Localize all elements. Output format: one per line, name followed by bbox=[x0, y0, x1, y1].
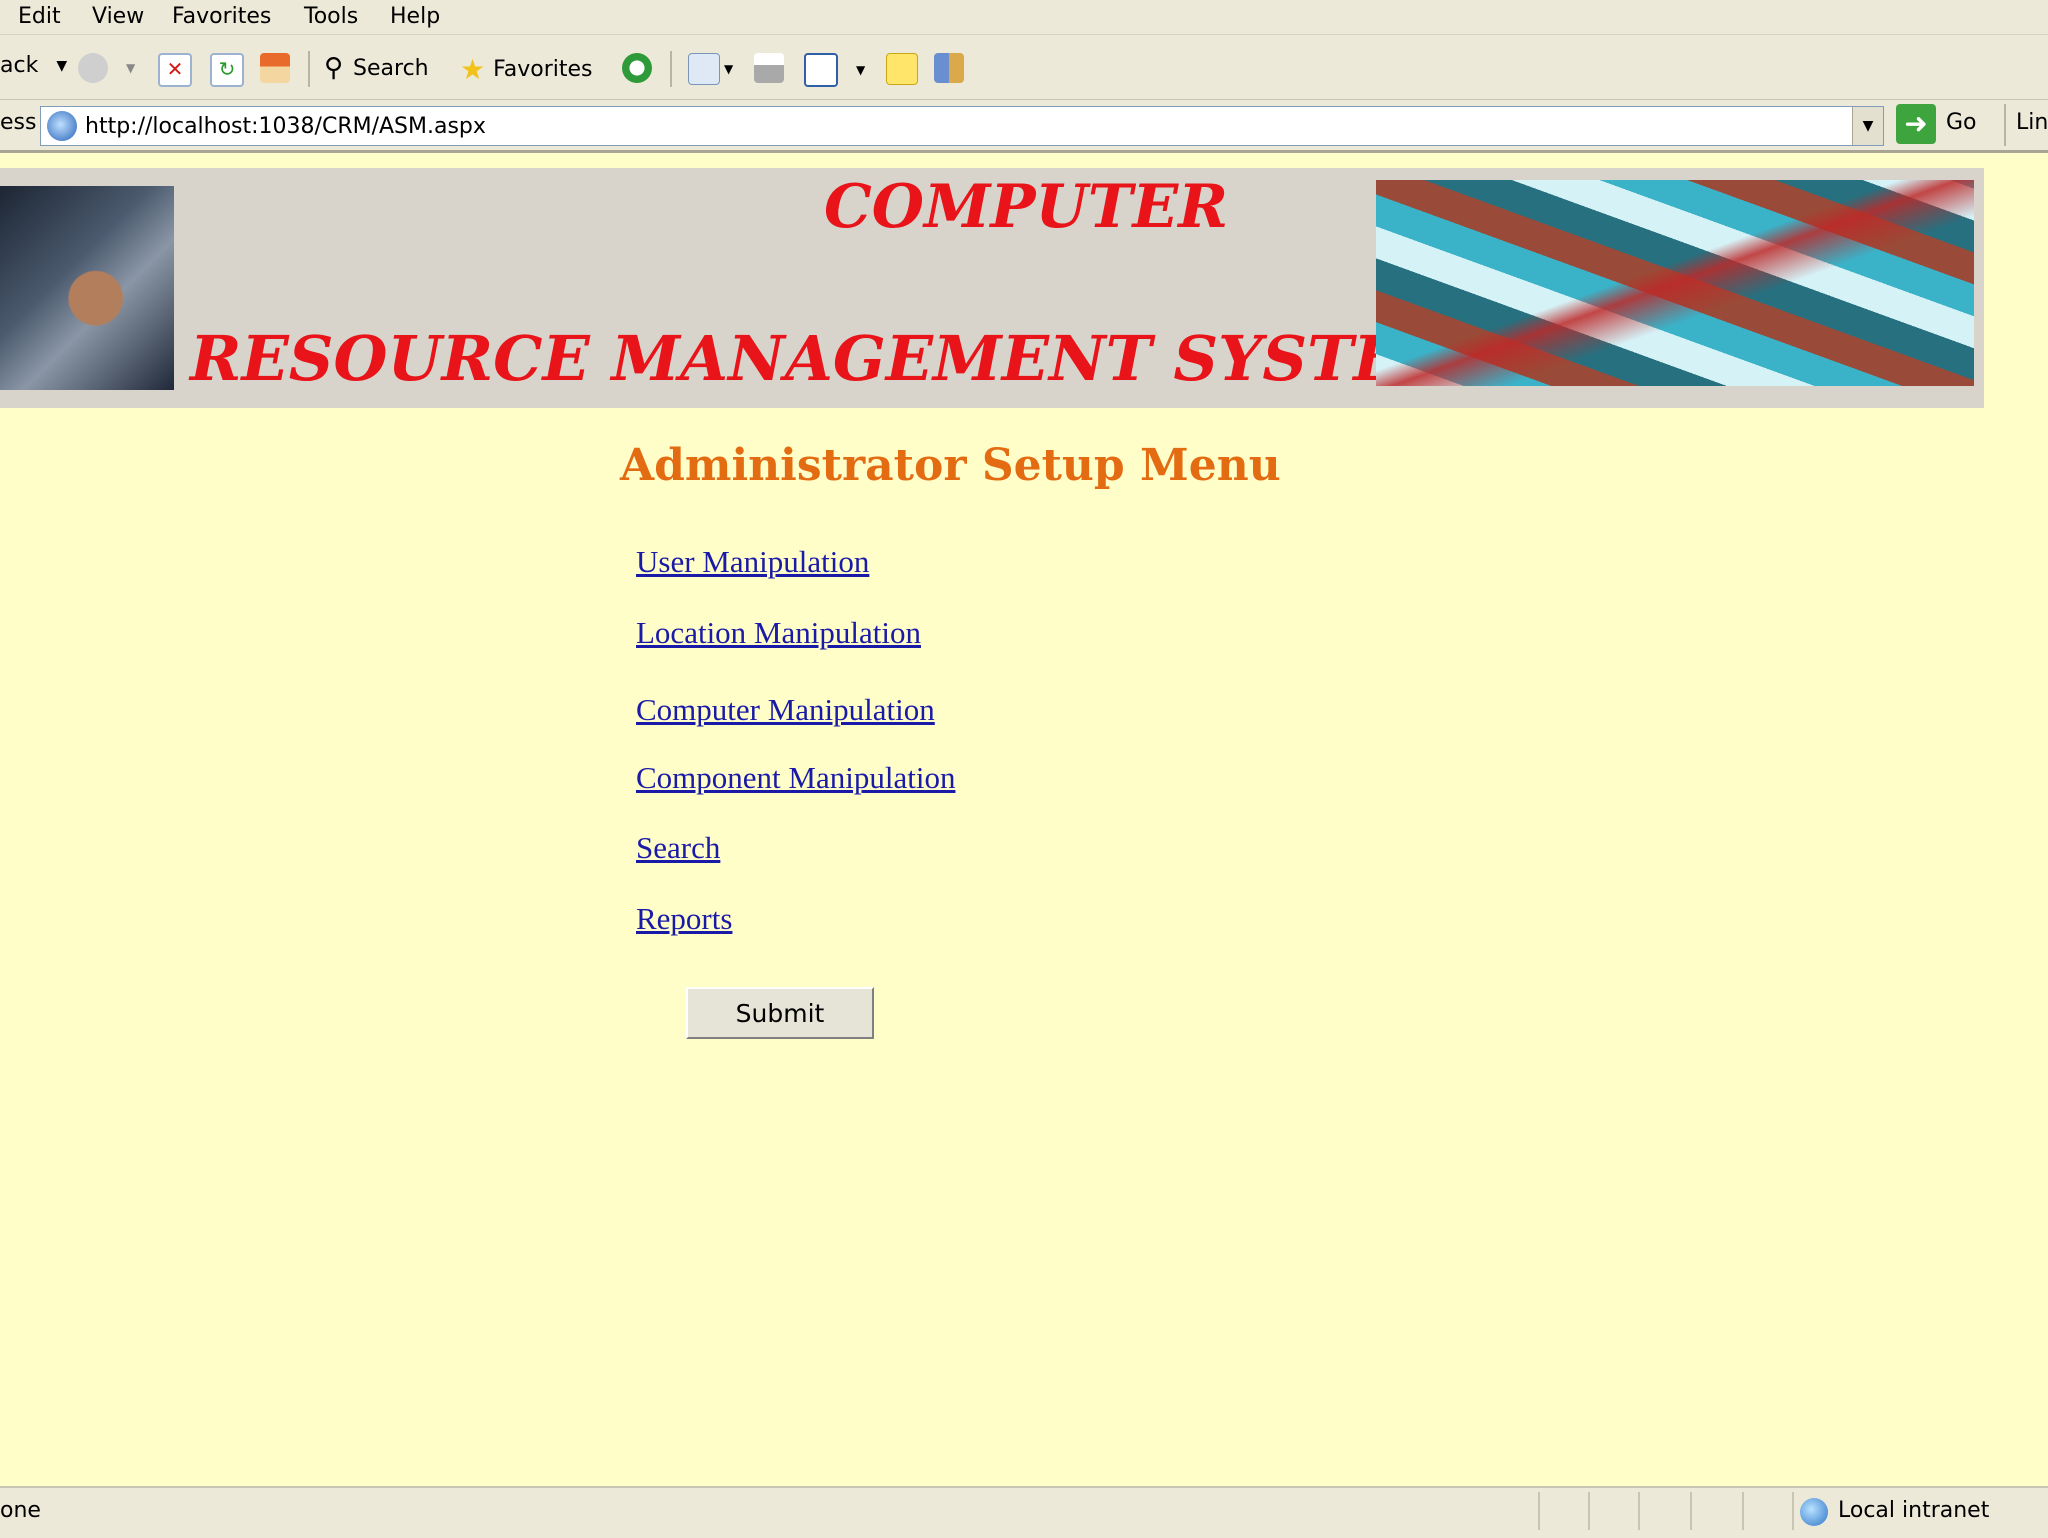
address-bar: ess http://localhost:1038/CRM/ASM.aspx ▼… bbox=[0, 100, 2048, 153]
menu-bar: Edit View Favorites Tools Help bbox=[0, 0, 2048, 35]
security-zone: Local intranet bbox=[1838, 1498, 1990, 1523]
reports-link[interactable]: Reports bbox=[636, 901, 732, 937]
research-icon bbox=[934, 53, 964, 83]
status-text: one bbox=[0, 1498, 41, 1523]
status-pane bbox=[1588, 1492, 1590, 1530]
status-bar: one Local intranet bbox=[0, 1486, 2048, 1538]
print-icon bbox=[754, 53, 784, 83]
go-arrow-icon[interactable]: ➜ bbox=[1896, 104, 1936, 144]
status-pane bbox=[1538, 1492, 1540, 1530]
back-button[interactable]: ack ▼ bbox=[0, 53, 67, 78]
favorites-button[interactable]: ★ Favorites bbox=[460, 53, 593, 86]
globe-icon bbox=[1800, 1498, 1828, 1526]
print-button[interactable] bbox=[754, 53, 784, 83]
ie-page-icon bbox=[47, 111, 77, 141]
user-manipulation-link[interactable]: User Manipulation bbox=[636, 544, 869, 580]
address-url: http://localhost:1038/CRM/ASM.aspx bbox=[85, 113, 486, 139]
note-icon bbox=[886, 53, 918, 85]
address-label: ess bbox=[0, 110, 37, 135]
menu-edit[interactable]: Edit bbox=[18, 4, 61, 29]
menu-tools[interactable]: Tools bbox=[304, 4, 358, 29]
chevron-down-icon: ▼ bbox=[56, 57, 68, 74]
status-pane bbox=[1792, 1492, 1794, 1530]
favorites-label: Favorites bbox=[493, 57, 593, 82]
toolbar: ack ▼ ▼ ✕ ↻ ⚲ Search ★ Favorites ▼ ▼ bbox=[0, 35, 2048, 100]
go-button[interactable]: Go bbox=[1946, 110, 1977, 135]
search-icon: ⚲ bbox=[324, 53, 344, 83]
search-button[interactable]: ⚲ Search bbox=[324, 53, 429, 83]
refresh-icon: ↻ bbox=[210, 53, 244, 87]
location-manipulation-link[interactable]: Location Manipulation bbox=[636, 615, 921, 651]
banner-title-computer: COMPUTER bbox=[824, 172, 1229, 242]
home-icon bbox=[260, 53, 290, 83]
submit-button[interactable]: Submit bbox=[686, 987, 874, 1039]
search-label: Search bbox=[353, 55, 429, 81]
banner: COMPUTER RESOURCE MANAGEMENT SYSTEM bbox=[0, 168, 1984, 408]
back-label: ack bbox=[0, 53, 39, 78]
toolbar-separator bbox=[308, 51, 310, 87]
component-manipulation-link[interactable]: Component Manipulation bbox=[636, 760, 955, 796]
toolbar-separator bbox=[670, 51, 672, 87]
forward-button[interactable]: ▼ bbox=[78, 53, 135, 83]
menu-favorites[interactable]: Favorites bbox=[172, 4, 271, 29]
history-button[interactable] bbox=[622, 53, 652, 83]
menu-view[interactable]: View bbox=[92, 4, 144, 29]
chevron-down-icon: ▼ bbox=[856, 63, 866, 77]
refresh-button[interactable]: ↻ bbox=[210, 53, 244, 87]
address-separator bbox=[2004, 104, 2006, 146]
menu-help[interactable]: Help bbox=[390, 4, 440, 29]
links-button[interactable]: Lin bbox=[2016, 110, 2048, 135]
star-icon: ★ bbox=[460, 53, 486, 86]
edit-page-icon bbox=[804, 53, 838, 87]
status-pane bbox=[1690, 1492, 1692, 1530]
search-link[interactable]: Search bbox=[636, 830, 720, 866]
computer-manipulation-link[interactable]: Computer Manipulation bbox=[636, 692, 935, 728]
address-dropdown-button[interactable]: ▼ bbox=[1852, 107, 1883, 145]
chevron-down-icon: ▼ bbox=[1862, 118, 1874, 134]
edit-button[interactable]: ▼ bbox=[804, 53, 865, 87]
handshake-image bbox=[0, 186, 174, 390]
stop-button[interactable]: ✕ bbox=[158, 53, 192, 87]
status-pane bbox=[1742, 1492, 1744, 1530]
address-input[interactable]: http://localhost:1038/CRM/ASM.aspx ▼ bbox=[40, 106, 1884, 146]
history-icon bbox=[622, 53, 652, 83]
chevron-down-icon: ▼ bbox=[724, 62, 734, 76]
page-title: Administrator Setup Menu bbox=[620, 440, 1281, 491]
discuss-button[interactable] bbox=[886, 53, 918, 85]
research-button[interactable] bbox=[934, 53, 964, 83]
mail-icon bbox=[688, 53, 720, 85]
keyboard-image bbox=[1376, 180, 1974, 386]
banner-title-rms: RESOURCE MANAGEMENT SYSTEM bbox=[190, 322, 1470, 395]
chevron-down-icon: ▼ bbox=[126, 61, 136, 75]
mail-button[interactable]: ▼ bbox=[688, 53, 733, 85]
stop-icon: ✕ bbox=[158, 53, 192, 87]
forward-arrow-icon bbox=[78, 53, 108, 83]
home-button[interactable] bbox=[260, 53, 290, 83]
status-pane bbox=[1638, 1492, 1640, 1530]
